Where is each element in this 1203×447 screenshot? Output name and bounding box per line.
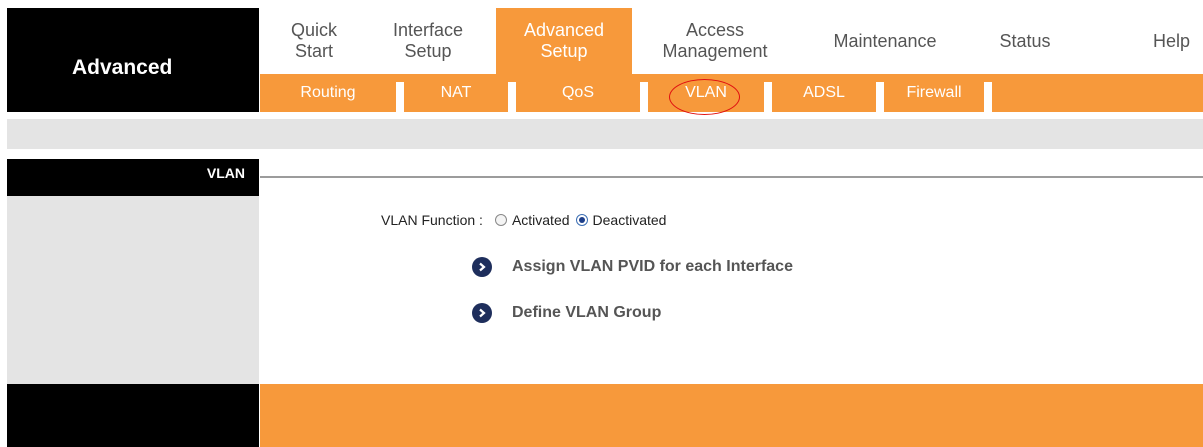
deactivated-radio[interactable] (575, 214, 588, 226)
subnav-separator (764, 82, 772, 112)
define-vlan-group-label: Define VLAN Group (512, 304, 662, 321)
deactivated-label: Deactivated (592, 212, 667, 228)
nav-quick-start[interactable]: Quick Start (260, 8, 368, 74)
top-navigation: Quick Start Interface Setup Advanced Set… (260, 8, 1203, 74)
nav-access-management[interactable]: Access Management (640, 8, 790, 74)
sidebar-section-title: VLAN (206, 165, 245, 181)
nav-help[interactable]: Help (1140, 8, 1203, 74)
sidebar: VLAN (7, 159, 259, 384)
brand-panel: Advanced (7, 8, 259, 112)
header-strip (7, 119, 1203, 149)
arrow-right-circle-icon (472, 303, 492, 323)
subnav-separator (876, 82, 884, 112)
nav-advanced-setup[interactable]: Advanced Setup (496, 8, 632, 74)
footer-bar (260, 384, 1203, 447)
subnav-adsl[interactable]: ADSL (772, 74, 876, 112)
arrow-right-circle-icon (472, 257, 492, 277)
subnav-firewall[interactable]: Firewall (884, 74, 984, 112)
nav-maintenance[interactable]: Maintenance (815, 8, 955, 74)
vlan-function-label: VLAN Function : (381, 212, 483, 228)
subnav-separator (640, 82, 648, 112)
subnav-separator (396, 82, 404, 112)
activated-label: Activated (511, 212, 570, 228)
define-vlan-group-link[interactable]: Define VLAN Group (472, 303, 661, 323)
section-divider (260, 176, 1203, 178)
sub-navigation: Routing NAT QoS VLAN ADSL Firewall (260, 74, 1203, 115)
subnav-separator (508, 82, 516, 112)
vlan-function-row: VLAN Function : Activated Deactivated (381, 212, 672, 228)
assign-vlan-pvid-link[interactable]: Assign VLAN PVID for each Interface (472, 257, 793, 277)
page-title: Advanced (72, 56, 173, 79)
nav-interface-setup[interactable]: Interface Setup (368, 8, 488, 74)
subnav-separator (984, 82, 992, 112)
footer-left (7, 384, 259, 447)
subnav-qos[interactable]: QoS (516, 74, 640, 112)
subnav-vlan[interactable]: VLAN (648, 74, 764, 112)
activated-radio[interactable] (494, 214, 507, 226)
subnav-routing[interactable]: Routing (260, 74, 396, 112)
assign-vlan-pvid-label: Assign VLAN PVID for each Interface (512, 258, 793, 275)
subnav-nat[interactable]: NAT (404, 74, 508, 112)
nav-status[interactable]: Status (985, 8, 1065, 74)
sidebar-section-header: VLAN (7, 159, 259, 196)
